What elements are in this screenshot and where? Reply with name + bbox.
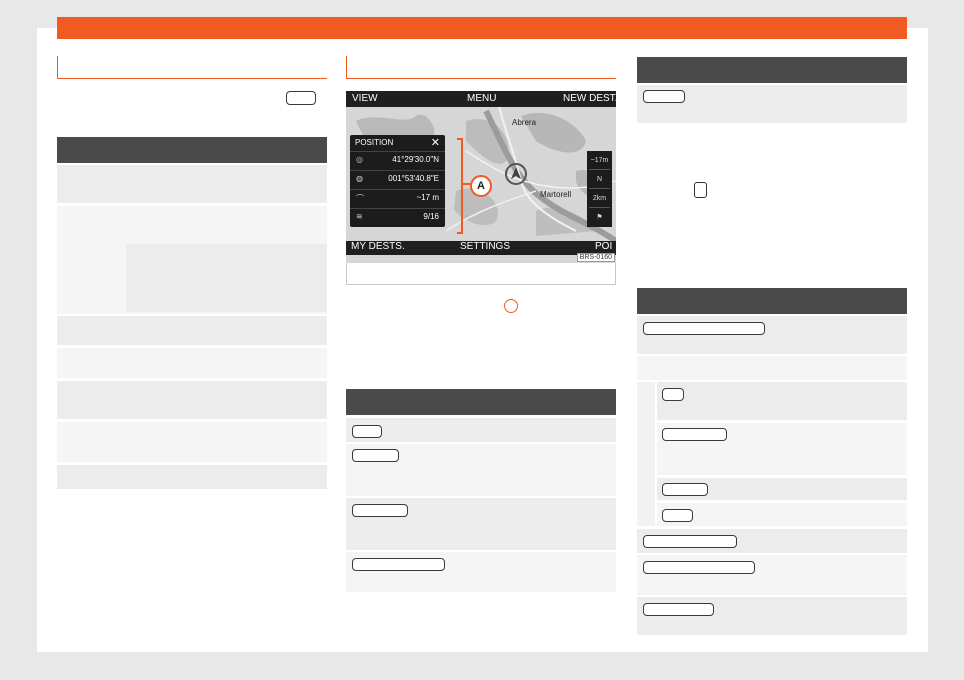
key-symbol [352,504,408,517]
table-row [346,418,616,442]
map-poi-button[interactable]: POI [595,241,612,252]
key-symbol [662,388,684,401]
map-menu-button[interactable]: MENU [467,93,496,104]
key-symbol [662,483,708,496]
position-row: ≋ 9/16 [350,208,445,225]
map-place-label: Martorell [540,190,572,199]
table-row [57,316,327,345]
gps-satellites-icon: ≋ [356,212,363,221]
table-row [57,465,327,489]
position-panel-title: POSITION [355,138,394,147]
map-side-controls: ~17m N 2km ⚑ [587,151,612,227]
key-symbol [286,91,316,105]
key-symbol [662,428,727,441]
key-symbol [352,558,445,571]
position-row: ◍ 001°53'40.8"E [350,170,445,187]
latitude-icon: ◎ [356,155,363,164]
map-view-button[interactable]: VIEW [352,93,378,104]
key-symbol [352,449,399,462]
vehicle-position-icon [505,163,527,185]
latitude-value: 41°29'30.0"N [392,155,439,164]
table-row [57,381,327,419]
key-symbol [643,90,685,103]
table-header-left [57,137,327,163]
key-symbol [643,561,755,574]
image-code: BRS-0160 [576,253,615,262]
key-symbol [643,603,714,616]
table-header-right-top [637,57,907,83]
key-symbol [643,322,765,335]
table-subrow [657,382,907,420]
north-compass-icon[interactable]: N [589,171,610,189]
table-row [637,356,907,380]
elevation-icon[interactable]: ~17m [589,152,610,170]
altitude-icon: ⌒ [356,194,364,203]
callout-reference-circle [504,299,518,313]
map-settings-button[interactable]: SETTINGS [460,241,510,252]
longitude-value: 001°53'40.8"E [388,174,439,183]
key-symbol [352,425,382,438]
map-scale-icon[interactable]: 2km [589,190,610,208]
table-subrow [657,503,907,526]
longitude-icon: ◍ [356,174,363,183]
map-place-label: Abrera [512,118,537,127]
route-flag-icon[interactable]: ⚑ [589,209,610,226]
key-symbol [662,509,693,522]
section-rule-mid [346,78,616,79]
table-subrow [126,244,327,312]
table-indent [637,382,655,526]
table-header-right [637,288,907,314]
map-new-dest-button[interactable]: NEW DEST. [563,93,616,104]
position-row: ◎ 41°29'30.0"N [350,151,445,168]
gps-satellites-value: 9/16 [423,212,439,221]
table-header-mid [346,389,616,415]
map-my-dests-button[interactable]: MY DESTS. [351,241,405,252]
table-row [57,348,327,378]
callout-a-marker: A [470,175,492,197]
figure-caption-box [346,263,616,285]
key-symbol [694,182,707,198]
table-row [57,165,327,203]
table-row [57,422,327,462]
altitude-value: ~17 m [416,193,439,202]
position-row: ⌒ ~17 m [350,189,445,206]
position-panel: POSITION ✕ ◎ 41°29'30.0"N ◍ 001°53'40.8"… [350,135,445,227]
close-icon[interactable]: ✕ [431,136,440,149]
section-marker-left [57,56,58,78]
chapter-header-bar [57,17,907,39]
key-symbol [643,535,737,548]
navigation-map-screen: VIEW MENU NEW DEST. Abrera Martorell POS… [346,91,616,263]
section-rule-left [57,78,327,79]
section-marker-mid [346,56,347,78]
callout-bracket [457,138,463,234]
